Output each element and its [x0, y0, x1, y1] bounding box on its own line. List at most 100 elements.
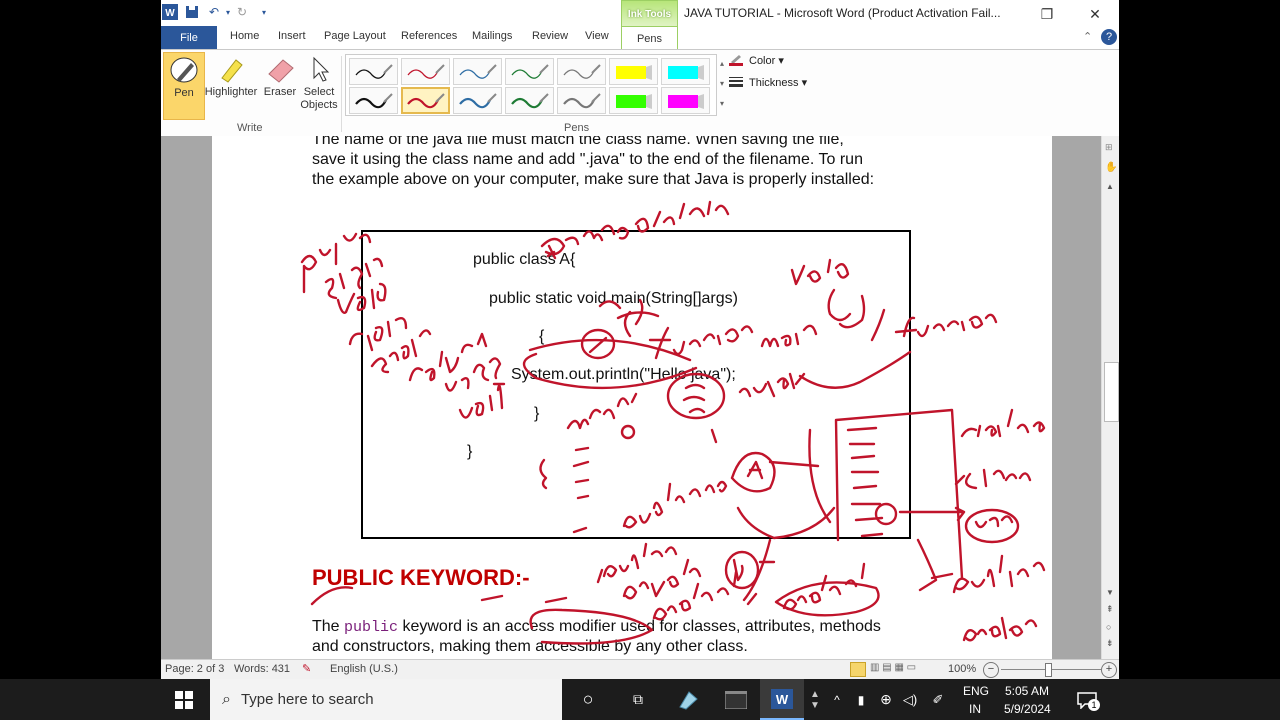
- clock-date[interactable]: 5/9/2024: [1004, 702, 1051, 716]
- microphone-icon[interactable]: ▮: [852, 679, 870, 720]
- tab-review[interactable]: Review: [532, 30, 568, 42]
- input-region[interactable]: IN: [969, 702, 981, 716]
- pen-stroke-icon: [562, 63, 601, 79]
- pen-swatch[interactable]: [349, 87, 398, 114]
- pen-swatch[interactable]: [453, 87, 502, 114]
- pen-workspace-icon[interactable]: ✐: [928, 679, 948, 720]
- zoom-in-icon[interactable]: +: [1101, 662, 1117, 678]
- eraser-button[interactable]: Eraser: [259, 52, 301, 118]
- taskbar-search[interactable]: ⌕ Type here to search: [210, 679, 562, 720]
- code-line-4: System.out.println("Hello java");: [511, 366, 736, 383]
- customize-toolbar-icon[interactable]: ▾: [255, 3, 273, 21]
- word-app-icon[interactable]: W: [760, 679, 804, 720]
- pen-gallery: [345, 54, 717, 116]
- taskbar-scroll-icon[interactable]: ▲ ▼: [808, 679, 822, 720]
- minimize-ribbon-icon[interactable]: ⌃: [1083, 30, 1092, 43]
- pen-swatch[interactable]: [557, 58, 606, 85]
- pen-swatch[interactable]: [349, 58, 398, 85]
- previous-page-icon[interactable]: ⇞: [1106, 604, 1114, 615]
- scroll-down-icon[interactable]: ▼: [1106, 588, 1114, 597]
- page-count[interactable]: Page: 2 of 3: [165, 663, 224, 675]
- pens-group-label: Pens: [564, 122, 590, 134]
- code-box: [361, 230, 911, 539]
- terminal-app-icon[interactable]: [714, 679, 758, 720]
- pen-button[interactable]: Pen: [163, 52, 205, 120]
- code-line-6: }: [467, 443, 473, 460]
- pen-stroke-icon: [406, 92, 445, 108]
- intro-line-3: the example above on your computer, make…: [312, 171, 875, 188]
- pen-swatch[interactable]: [557, 87, 606, 114]
- pen-swatch[interactable]: [505, 87, 554, 114]
- pen-swatch[interactable]: [609, 58, 658, 85]
- zoom-out-icon[interactable]: −: [983, 662, 999, 678]
- network-globe-icon[interactable]: ⊕: [876, 679, 896, 720]
- highlighter-button[interactable]: Highlighter: [205, 52, 257, 118]
- code-line-5: }: [534, 405, 540, 422]
- pen-swatch[interactable]: [661, 58, 710, 85]
- pen-stroke-icon: [458, 63, 497, 79]
- scroll-up-icon[interactable]: ▲: [1106, 182, 1114, 191]
- highlighter-label: Highlighter: [204, 86, 258, 98]
- browse-object-icon[interactable]: ○: [1106, 622, 1111, 632]
- cortana-icon[interactable]: ○: [570, 679, 606, 720]
- hand-icon[interactable]: ✋: [1105, 162, 1117, 174]
- clock-time[interactable]: 5:05 AM: [1005, 684, 1049, 698]
- pen-swatch[interactable]: [661, 87, 710, 114]
- next-page-icon[interactable]: ⇟: [1106, 638, 1114, 649]
- tab-file[interactable]: File: [161, 26, 217, 50]
- print-layout-icon[interactable]: [850, 662, 866, 677]
- language-status[interactable]: English (U.S.): [330, 663, 398, 675]
- close-icon[interactable]: ✕: [1081, 4, 1109, 24]
- pen-swatch[interactable]: [609, 87, 658, 114]
- thickness-label: Thickness: [749, 77, 799, 89]
- proofing-icon[interactable]: ✎: [302, 662, 311, 675]
- highlighter-pen-icon: [667, 64, 704, 80]
- input-language[interactable]: ENG: [963, 684, 989, 698]
- ruler-icon[interactable]: ⊞: [1105, 142, 1117, 152]
- gallery-scroll[interactable]: ▴ ▾ ▾: [716, 54, 728, 114]
- thickness-icon: [729, 76, 743, 87]
- zoom-level[interactable]: 100%: [948, 663, 976, 675]
- word-logo-icon[interactable]: W: [161, 3, 179, 21]
- pen-swatch[interactable]: [453, 58, 502, 85]
- tab-pens[interactable]: Pens: [621, 26, 678, 51]
- volume-icon[interactable]: ◁): [900, 679, 920, 720]
- windows-start-icon[interactable]: [160, 679, 208, 720]
- pen-stroke-icon: [510, 92, 549, 108]
- document-page[interactable]: The name of the java file must match the…: [212, 136, 1052, 659]
- scroll-thumb[interactable]: [1104, 362, 1119, 422]
- restore-icon[interactable]: ❐: [1033, 4, 1061, 24]
- tab-page-layout[interactable]: Page Layout: [324, 30, 386, 42]
- color-dropdown[interactable]: Color ▾: [749, 54, 784, 67]
- zoom-slider-thumb[interactable]: [1045, 663, 1052, 677]
- color-icon: [729, 54, 743, 66]
- help-icon[interactable]: ?: [1101, 29, 1117, 45]
- show-hidden-icons[interactable]: ^: [828, 679, 846, 720]
- paragraph-line-1: The public keyword is an access modifier…: [312, 618, 881, 636]
- para-rest: keyword is an access modifier used for c…: [398, 618, 881, 635]
- code-line-3: {: [539, 328, 545, 345]
- save-icon[interactable]: [183, 3, 201, 21]
- word-count[interactable]: Words: 431: [234, 663, 290, 675]
- thickness-dropdown[interactable]: Thickness ▾: [749, 76, 807, 89]
- tab-home[interactable]: Home: [230, 30, 259, 42]
- pen-swatch[interactable]: [505, 58, 554, 85]
- tab-references[interactable]: References: [401, 30, 457, 42]
- paint-app-icon[interactable]: [666, 679, 710, 720]
- redo-icon[interactable]: ↻: [233, 3, 251, 21]
- select-objects-button[interactable]: Select Objects: [299, 52, 339, 118]
- tab-view[interactable]: View: [585, 30, 609, 42]
- intro-line-1: The name of the java file must match the…: [312, 136, 844, 148]
- select-objects-label: Select Objects: [300, 86, 338, 111]
- eraser-icon: [262, 52, 298, 86]
- group-divider: [341, 56, 342, 132]
- vertical-scrollbar[interactable]: ⊞ ✋ ▲ ▼ ⇞ ○ ⇟: [1101, 136, 1119, 659]
- tab-insert[interactable]: Insert: [278, 30, 306, 42]
- task-view-icon[interactable]: ⧉: [620, 679, 656, 720]
- pen-stroke-icon: [510, 63, 549, 79]
- view-buttons-icon[interactable]: ▥ ▤ ▦ ▭: [870, 662, 916, 673]
- pen-swatch[interactable]: [401, 87, 450, 114]
- word-window: W ↶ ▾ ↻ ▾ JAVA TUTORIAL - Microsoft Word…: [161, 0, 1119, 679]
- pen-swatch[interactable]: [401, 58, 450, 85]
- tab-mailings[interactable]: Mailings: [472, 30, 512, 42]
